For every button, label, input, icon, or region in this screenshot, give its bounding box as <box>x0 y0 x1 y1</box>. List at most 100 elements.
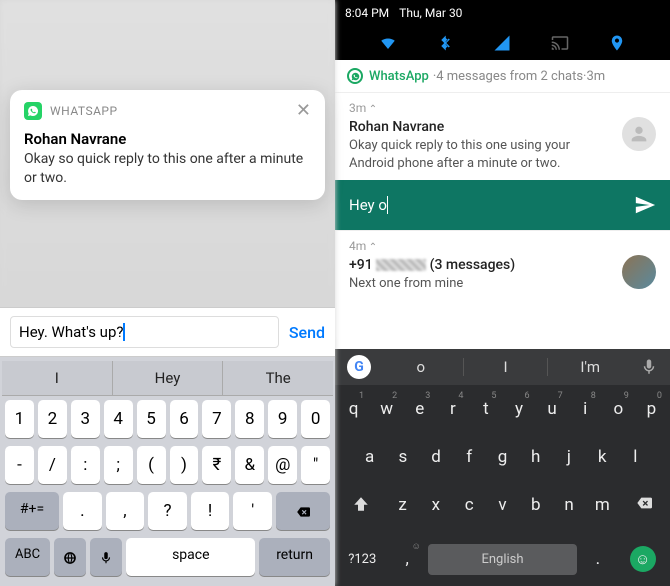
reply-input[interactable]: Hey o <box>349 196 634 214</box>
key-y[interactable]: y6 <box>503 389 534 429</box>
key-g[interactable]: g <box>487 437 518 477</box>
key-colon[interactable]: : <box>71 446 100 484</box>
key-v[interactable]: v <box>487 485 518 528</box>
key-amp[interactable]: & <box>235 446 264 484</box>
globe-key[interactable] <box>54 538 86 576</box>
key-i[interactable]: i8 <box>570 389 601 429</box>
key-u[interactable]: u7 <box>537 389 568 429</box>
key-j[interactable]: j <box>553 437 584 477</box>
message-preview: Next one from mine <box>349 275 656 293</box>
android-keyboard: G o I I'm q1 w2 e3 r4 t5 y6 u7 i8 o9 p0 … <box>335 349 670 586</box>
key-z[interactable]: z <box>387 485 418 528</box>
app-name-label: WhatsApp <box>369 69 429 84</box>
cellular-icon[interactable] <box>492 34 512 52</box>
key-slash[interactable]: / <box>38 446 67 484</box>
ios-keyboard: I Hey The 1 2 3 4 5 6 7 8 9 0 - / : ; ( … <box>0 357 335 586</box>
suggestion-3[interactable]: The <box>223 361 333 395</box>
android-screenshot: 8:04 PM Thu, Mar 30 WhatsApp · 4 message… <box>335 0 670 586</box>
suggestion-1[interactable]: o <box>379 358 464 376</box>
key-w[interactable]: w2 <box>371 389 402 429</box>
key-0[interactable]: 0 <box>301 400 330 438</box>
key-8[interactable]: 8 <box>235 400 264 438</box>
key-7[interactable]: 7 <box>202 400 231 438</box>
suggestion-3[interactable]: I'm <box>548 358 632 376</box>
key-lparen[interactable]: ( <box>137 446 166 484</box>
key-d[interactable]: d <box>420 437 451 477</box>
key-f[interactable]: f <box>454 437 485 477</box>
key-question[interactable]: ? <box>148 492 187 530</box>
location-icon[interactable] <box>607 34 627 52</box>
key-semicolon[interactable]: ; <box>104 446 133 484</box>
key-4[interactable]: 4 <box>104 400 133 438</box>
key-comma[interactable]: ,☺ <box>389 539 426 579</box>
key-rparen[interactable]: ) <box>170 446 199 484</box>
reply-input[interactable]: Hey. What's up? <box>10 316 279 348</box>
key-symbols[interactable]: ?123 <box>338 542 387 577</box>
key-at[interactable]: @ <box>268 446 297 484</box>
backspace-key[interactable] <box>620 485 667 528</box>
ios-screenshot: WHATSAPP ✕ Rohan Navrane Okay so quick r… <box>0 0 335 586</box>
key-5[interactable]: 5 <box>137 400 166 438</box>
key-symbols[interactable]: #+= <box>5 492 59 530</box>
key-9[interactable]: 9 <box>268 400 297 438</box>
reply-text: Hey o <box>349 196 387 214</box>
android-notification-2[interactable]: 4m +91 (3 messages) Next one from mine <box>335 230 670 301</box>
key-n[interactable]: n <box>553 485 584 528</box>
send-icon[interactable] <box>634 194 656 216</box>
key-comma[interactable]: , <box>106 492 145 530</box>
keyboard-row-4: ABC space return <box>2 534 333 580</box>
enter-key[interactable]: ☺ <box>618 536 667 582</box>
backspace-key[interactable] <box>276 492 330 530</box>
close-icon[interactable]: ✕ <box>296 102 311 120</box>
android-notification-1[interactable]: 3m Rohan Navrane Okay quick reply to thi… <box>335 93 670 180</box>
key-period[interactable]: . <box>63 492 102 530</box>
wifi-icon[interactable] <box>378 34 398 52</box>
mic-key[interactable] <box>90 538 122 576</box>
key-c[interactable]: c <box>454 485 485 528</box>
key-abc[interactable]: ABC <box>5 538 50 576</box>
key-6[interactable]: 6 <box>170 400 199 438</box>
key-quote[interactable]: " <box>301 446 330 484</box>
key-x[interactable]: x <box>420 485 451 528</box>
shift-key[interactable] <box>338 485 385 528</box>
space-key[interactable]: space <box>126 538 255 576</box>
android-status-bar: 8:04 PM Thu, Mar 30 <box>335 0 670 26</box>
key-rupee[interactable]: ₹ <box>202 446 231 484</box>
android-notification-header[interactable]: WhatsApp · 4 messages from 2 chats · 3m <box>335 60 670 93</box>
key-period[interactable]: . <box>579 539 616 579</box>
key-2[interactable]: 2 <box>38 400 67 438</box>
key-exclaim[interactable]: ! <box>191 492 230 530</box>
suggestion-2[interactable]: Hey <box>113 361 224 395</box>
return-key[interactable]: return <box>259 538 330 576</box>
key-apostrophe[interactable]: ' <box>233 492 272 530</box>
key-o[interactable]: o9 <box>603 389 634 429</box>
key-s[interactable]: s <box>387 437 418 477</box>
key-m[interactable]: m <box>587 485 618 528</box>
suggestion-1[interactable]: I <box>2 361 113 395</box>
key-a[interactable]: a <box>354 437 385 477</box>
status-time: 8:04 PM <box>345 6 389 20</box>
key-dash[interactable]: - <box>5 446 34 484</box>
key-p[interactable]: p0 <box>636 389 667 429</box>
send-button[interactable]: Send <box>289 323 325 342</box>
google-icon[interactable]: G <box>347 355 371 379</box>
mic-icon[interactable] <box>640 358 658 376</box>
key-l[interactable]: l <box>620 437 651 477</box>
key-h[interactable]: h <box>520 437 551 477</box>
key-r[interactable]: r4 <box>437 389 468 429</box>
space-key[interactable]: English <box>428 544 577 575</box>
suggestion-2[interactable]: I <box>464 358 549 376</box>
key-q[interactable]: q1 <box>338 389 369 429</box>
message-preview: Okay quick reply to this one using your … <box>349 137 656 172</box>
avatar <box>622 255 656 289</box>
key-1[interactable]: 1 <box>5 400 34 438</box>
key-b[interactable]: b <box>520 485 551 528</box>
key-3[interactable]: 3 <box>71 400 100 438</box>
ios-whatsapp-notification[interactable]: WHATSAPP ✕ Rohan Navrane Okay so quick r… <box>10 90 325 200</box>
key-t[interactable]: t5 <box>470 389 501 429</box>
key-e[interactable]: e3 <box>404 389 435 429</box>
key-k[interactable]: k <box>587 437 618 477</box>
cast-icon[interactable] <box>550 34 570 52</box>
reply-text: Hey. What's up? <box>19 323 123 341</box>
bluetooth-icon[interactable] <box>435 34 455 52</box>
